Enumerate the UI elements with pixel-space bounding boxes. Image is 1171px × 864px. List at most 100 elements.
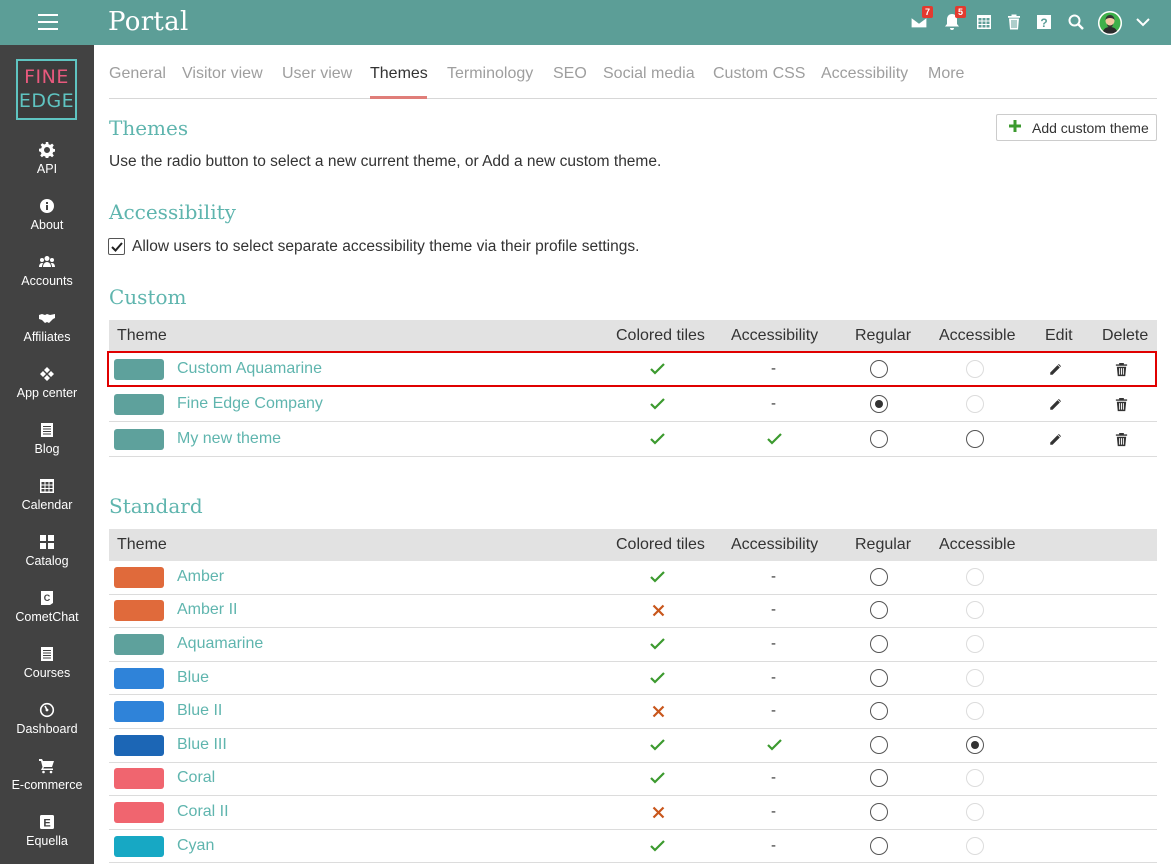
sidebar-item-e-commerce[interactable]: E-commerce [0,758,94,814]
add-custom-theme-button[interactable]: Add custom theme [996,114,1157,141]
regular-theme-radio[interactable] [870,735,888,754]
sidebar: FINE EDGE API About Accounts Affiliates … [0,45,94,864]
edit-pencil-icon[interactable] [1048,432,1068,452]
custom-themes-table: Theme Colored tiles Accessibility Regula… [109,320,1157,457]
edit-pencil-icon[interactable] [1048,362,1068,382]
column-header-accessibility: Accessibility [731,536,819,553]
sidebar-item-calendar[interactable]: Calendar [0,478,94,534]
tab-general[interactable]: General [109,65,166,83]
search-icon[interactable] [1065,11,1087,33]
tab-themes[interactable]: Themes [370,65,428,83]
table-row: My new theme [109,422,1157,457]
regular-theme-radio[interactable] [870,836,888,855]
sidebar-item-blog[interactable]: Blog [0,422,94,478]
theme-name-link[interactable]: Blue II [177,702,222,720]
messages-icon[interactable]: 7 [908,6,933,33]
delete-trash-icon[interactable] [1114,432,1134,452]
regular-theme-radio[interactable] [870,702,888,721]
tab-user-view[interactable]: User view [282,65,352,83]
sidebar-item-about[interactable]: About [0,198,94,254]
tab-terminology[interactable]: Terminology [447,65,533,83]
sidebar-item-equella[interactable]: E Equella [0,814,94,864]
themes-heading: Themes [109,116,189,140]
sidebar-item-label: Accounts [21,274,73,288]
column-header-accessible: Accessible [939,536,1016,553]
fine-edge-logo[interactable]: FINE EDGE [16,59,77,120]
logo-line-1: FINE [24,66,69,88]
column-header-accessibility: Accessibility [731,327,819,344]
theme-name-link[interactable]: My new theme [177,430,281,448]
cubes-icon [39,366,55,382]
hamburger-menu-icon[interactable] [38,14,58,31]
sidebar-item-cometchat[interactable]: C CometChat [0,590,94,646]
tab-visitor-view[interactable]: Visitor view [182,65,263,83]
sidebar-item-dashboard[interactable]: Dashboard [0,702,94,758]
theme-name-link[interactable]: Coral II [177,803,229,821]
tab-accessibility[interactable]: Accessibility [821,65,908,83]
regular-theme-radio[interactable] [870,429,888,448]
sidebar-item-affiliates[interactable]: Affiliates [0,310,94,366]
help-icon[interactable]: ? [1033,11,1055,33]
theme-name-link[interactable]: Amber II [177,601,237,619]
accessible-theme-radio[interactable] [966,429,984,448]
sidebar-item-label: Affiliates [23,330,71,344]
delete-trash-icon[interactable] [1114,362,1134,382]
gear-icon [39,142,55,158]
dash-text: - [771,668,776,686]
theme-name-link[interactable]: Fine Edge Company [177,395,323,413]
regular-theme-radio[interactable] [870,567,888,586]
grid-icon [39,534,55,550]
sidebar-item-api[interactable]: API [0,142,94,198]
regular-theme-radio[interactable] [870,634,888,653]
accessibility-theme-checkbox[interactable] [108,238,125,255]
sidebar-item-label: API [36,162,58,176]
regular-theme-radio[interactable] [870,802,888,821]
table-row: Coral II - [109,796,1157,830]
regular-theme-radio[interactable] [870,359,888,378]
tab-custom-css[interactable]: Custom CSS [713,65,805,83]
theme-name-link[interactable]: Blue [177,669,209,687]
sidebar-item-accounts[interactable]: Accounts [0,254,94,310]
cross-icon [651,705,671,725]
delete-trash-icon[interactable] [1114,397,1134,417]
edit-pencil-icon[interactable] [1048,397,1068,417]
theme-name-link[interactable]: Aquamarine [177,635,263,653]
check-icon [767,432,787,452]
chevron-down-icon[interactable] [1134,13,1152,31]
theme-color-swatch [114,835,164,857]
check-icon [650,771,670,791]
sidebar-item-catalog[interactable]: Catalog [0,534,94,590]
accessible-theme-radio [966,668,984,687]
table-row: Custom Aquamarine - [109,352,1157,387]
avatar[interactable] [1098,11,1122,35]
accessible-theme-radio [966,394,984,413]
theme-name-link[interactable]: Blue III [177,736,227,754]
messages-badge: 7 [922,6,933,18]
sidebar-item-label: CometChat [15,610,79,624]
trash-icon[interactable] [1003,11,1025,33]
theme-name-link[interactable]: Custom Aquamarine [177,360,322,378]
table-row: Blue - [109,661,1157,696]
sidebar-item-courses[interactable]: Courses [0,646,94,702]
accessible-theme-radio[interactable] [966,735,984,754]
theme-color-swatch [114,633,164,655]
regular-theme-radio[interactable] [870,394,888,413]
calendar-grid-icon[interactable] [973,11,995,33]
sidebar-item-app-center[interactable]: App center [0,366,94,422]
accessible-theme-radio [966,567,984,586]
tab-more[interactable]: More [928,65,964,83]
sidebar-item-label: Blog [34,442,60,456]
tab-seo[interactable]: SEO [553,65,587,83]
tab-social-media[interactable]: Social media [603,65,695,83]
table-row: Cyan - [109,829,1157,864]
regular-theme-radio[interactable] [870,668,888,687]
regular-theme-radio[interactable] [870,601,888,620]
regular-theme-radio[interactable] [870,769,888,788]
accessible-theme-radio [966,702,984,721]
theme-name-link[interactable]: Coral [177,769,215,787]
theme-name-link[interactable]: Amber [177,568,224,586]
theme-name-link[interactable]: Cyan [177,837,214,855]
svg-text:E: E [43,818,50,830]
dash-text: - [771,702,776,720]
notifications-icon[interactable]: 5 [941,6,966,33]
